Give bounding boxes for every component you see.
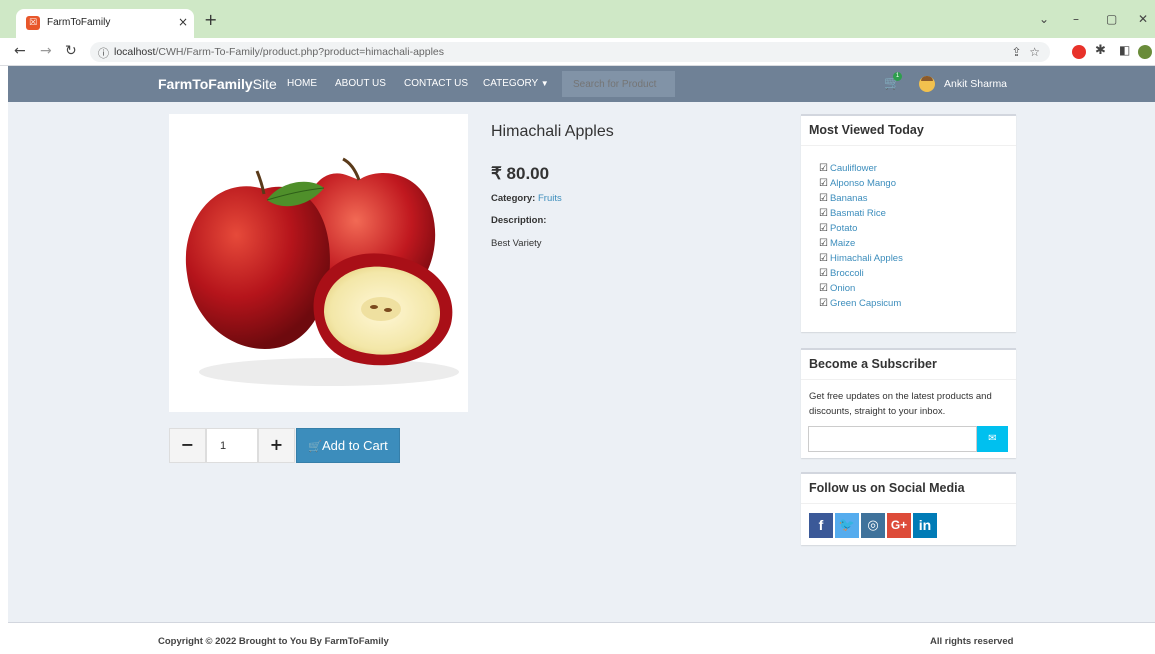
nav-home[interactable]: HOME bbox=[287, 78, 317, 89]
add-to-cart-button[interactable]: 🛒Add to Cart bbox=[296, 428, 400, 463]
decrease-quantity-button[interactable]: − bbox=[169, 428, 206, 463]
increase-quantity-button[interactable]: + bbox=[258, 428, 295, 463]
site-brand[interactable]: FarmToFamilySite bbox=[158, 76, 277, 92]
subscriber-title: Become a Subscriber bbox=[801, 350, 1016, 380]
checkbox-icon: ☑ bbox=[819, 208, 828, 219]
subscriber-box: Become a Subscriber Get free updates on … bbox=[801, 348, 1016, 458]
most-viewed-list: ☑ Cauliflower ☑ Alponso Mango ☑ Bananas ☑ Ba… bbox=[801, 146, 1016, 311]
checkbox-icon: ☑ bbox=[819, 268, 828, 279]
social-box: Follow us on Social Media f 🐦 ◎ G+ in bbox=[801, 472, 1016, 545]
nav-category-dropdown[interactable]: CATEGORY ▼ bbox=[483, 78, 549, 89]
list-item[interactable]: ☑ Cauliflower bbox=[819, 161, 1016, 176]
extensions-puzzle-icon[interactable]: ✱ bbox=[1095, 43, 1106, 58]
list-item[interactable]: ☑ Onion bbox=[819, 281, 1016, 296]
linkedin-icon[interactable]: in bbox=[913, 513, 937, 538]
browser-tab-strip: ☒ FarmToFamily × + ⌄ – ▢ ✕ bbox=[0, 0, 1155, 38]
checkbox-icon: ☑ bbox=[819, 163, 828, 174]
most-viewed-title: Most Viewed Today bbox=[801, 116, 1016, 146]
site-navbar: FarmToFamilySite HOME ABOUT US CONTACT U… bbox=[8, 66, 1155, 102]
tab-close-icon[interactable]: × bbox=[178, 15, 188, 29]
copyright-text: Copyright © 2022 Brought to You By FarmT… bbox=[158, 636, 389, 647]
category-link[interactable]: Fruits bbox=[538, 193, 562, 204]
nav-about-us[interactable]: ABOUT US bbox=[335, 78, 386, 89]
close-window-icon[interactable]: ✕ bbox=[1138, 12, 1148, 26]
list-item[interactable]: ☑ Basmati Rice bbox=[819, 206, 1016, 221]
instagram-icon[interactable]: ◎ bbox=[861, 513, 885, 538]
quantity-input[interactable] bbox=[206, 428, 258, 463]
list-item[interactable]: ☑ Bananas bbox=[819, 191, 1016, 206]
product-category: Category: Fruits bbox=[491, 193, 562, 204]
url-path: /CWH/Farm-To-Family/product.php?product=… bbox=[155, 46, 445, 58]
list-item[interactable]: ☑ Maize bbox=[819, 236, 1016, 251]
rights-text: All rights reserved bbox=[930, 636, 1014, 647]
share-bookmark-icons[interactable]: ⇪ ☆ bbox=[1012, 45, 1040, 59]
site-info-icon[interactable]: ⓘ bbox=[98, 45, 109, 61]
url-text: localhost/CWH/Farm-To-Family/product.php… bbox=[114, 46, 444, 58]
address-bar-row: ← → ↻ ⓘ localhost/CWH/Farm-To-Family/pro… bbox=[0, 38, 1155, 66]
new-tab-icon[interactable]: + bbox=[204, 12, 217, 28]
forward-icon[interactable]: → bbox=[40, 43, 52, 59]
caret-down-icon: ▼ bbox=[540, 79, 549, 88]
list-item[interactable]: ☑ Alponso Mango bbox=[819, 176, 1016, 191]
side-panel-icon[interactable]: ◧ bbox=[1119, 43, 1130, 57]
browser-tab[interactable]: ☒ FarmToFamily × bbox=[16, 9, 194, 38]
tab-title: FarmToFamily bbox=[47, 17, 111, 28]
checkbox-icon: ☑ bbox=[819, 223, 828, 234]
checkbox-icon: ☑ bbox=[819, 238, 828, 249]
subscriber-email-input[interactable] bbox=[808, 426, 977, 452]
description-label: Description: bbox=[491, 215, 547, 226]
url-field[interactable]: ⓘ localhost/CWH/Farm-To-Family/product.p… bbox=[90, 42, 1050, 62]
checkbox-icon: ☑ bbox=[819, 298, 828, 309]
minimize-icon[interactable]: – bbox=[1073, 12, 1079, 26]
nav-contact-us[interactable]: CONTACT US bbox=[404, 78, 468, 89]
most-viewed-box: Most Viewed Today ☑ Cauliflower ☑ Alponso … bbox=[801, 114, 1016, 332]
back-icon[interactable]: ← bbox=[14, 43, 26, 59]
product-price: ₹ 80.00 bbox=[491, 164, 550, 183]
cart-count-badge: 1 bbox=[893, 72, 902, 81]
checkbox-icon: ☑ bbox=[819, 178, 828, 189]
list-item[interactable]: ☑ Broccoli bbox=[819, 266, 1016, 281]
subscribe-envelope-button[interactable]: ✉ bbox=[977, 426, 1008, 452]
user-name[interactable]: Ankit Sharma bbox=[944, 78, 1007, 90]
twitter-icon[interactable]: 🐦 bbox=[835, 513, 859, 538]
product-image bbox=[169, 114, 468, 412]
reload-icon[interactable]: ↻ bbox=[65, 43, 77, 59]
apples-illustration bbox=[185, 157, 459, 386]
user-avatar[interactable] bbox=[919, 76, 935, 92]
subscriber-text: Get free updates on the latest products … bbox=[809, 391, 992, 417]
product-title: Himachali Apples bbox=[491, 123, 614, 140]
checkbox-icon: ☑ bbox=[819, 283, 828, 294]
opera-extension-icon[interactable] bbox=[1072, 45, 1086, 59]
social-title: Follow us on Social Media bbox=[801, 474, 1016, 504]
facebook-icon[interactable]: f bbox=[809, 513, 833, 538]
list-item[interactable]: ☑ Potato bbox=[819, 221, 1016, 236]
checkbox-icon: ☑ bbox=[819, 193, 828, 204]
maximize-icon[interactable]: ▢ bbox=[1106, 12, 1117, 26]
footer: Copyright © 2022 Brought to You By FarmT… bbox=[8, 622, 1155, 654]
url-host: localhost bbox=[114, 46, 156, 58]
checkbox-icon: ☑ bbox=[819, 253, 828, 264]
product-search-input[interactable] bbox=[562, 71, 675, 97]
tab-search-icon[interactable]: ⌄ bbox=[1039, 12, 1049, 26]
list-item[interactable]: ☑ Himachali Apples bbox=[819, 251, 1016, 266]
favicon-icon: ☒ bbox=[26, 16, 40, 30]
list-item[interactable]: ☑ Green Capsicum bbox=[819, 296, 1016, 311]
product-description: Best Variety bbox=[491, 238, 542, 249]
cart-icon: 🛒 bbox=[308, 440, 322, 453]
google-plus-icon[interactable]: G+ bbox=[887, 513, 911, 538]
profile-avatar[interactable] bbox=[1138, 45, 1152, 59]
